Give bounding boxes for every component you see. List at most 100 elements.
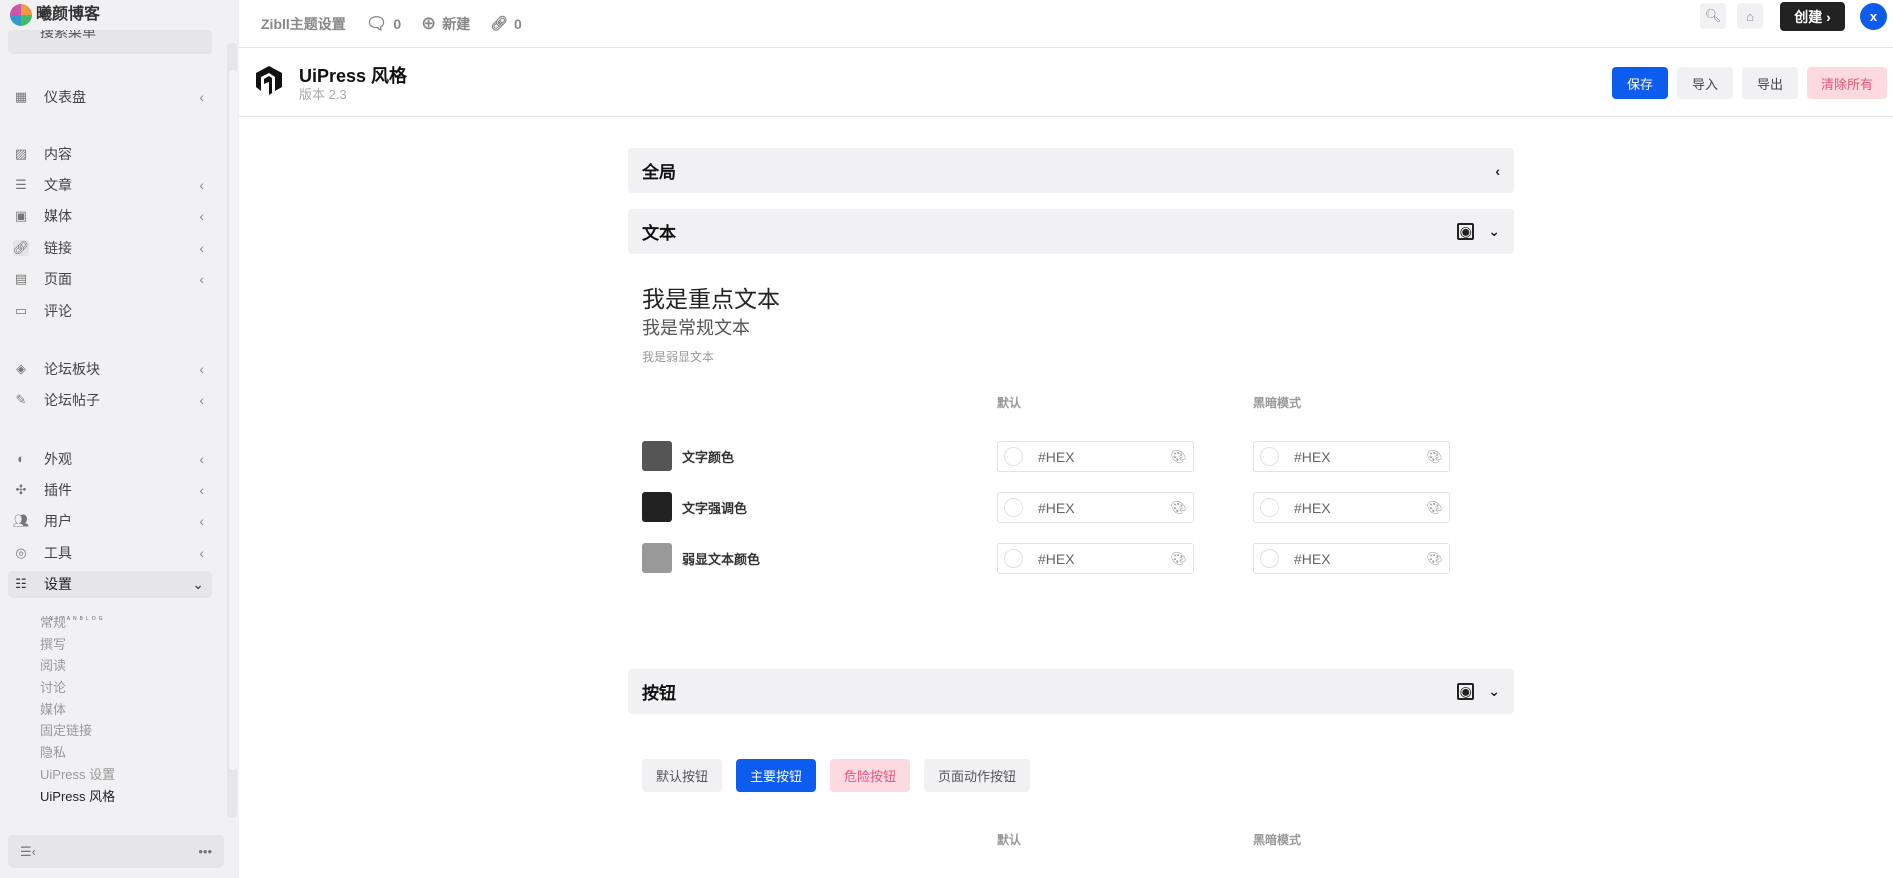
- sidebar-item-label: 论坛板块: [44, 360, 100, 377]
- sidebar-item-forum-posts[interactable]: ✎ 论坛帖子 ‹: [8, 384, 212, 415]
- sidebar-item-search[interactable]: 搜索菜单: [8, 30, 212, 54]
- color-preview-circle[interactable]: [1004, 549, 1023, 568]
- sidebar-item-plugins[interactable]: ✣ 插件 ‹: [8, 474, 212, 505]
- default-color-input[interactable]: #HEX 🎨︎: [997, 492, 1194, 523]
- sidebar-item-users[interactable]: 👥︎ 用户 ‹: [8, 506, 212, 537]
- preview-icon[interactable]: ◉: [1457, 223, 1475, 240]
- section-title: 文本: [642, 224, 676, 243]
- links-link[interactable]: 🔗︎ 0: [490, 15, 522, 32]
- color-preview-circle[interactable]: [1004, 498, 1023, 517]
- links-count: 0: [514, 15, 522, 32]
- plus-circle-icon: ⊕: [421, 13, 437, 33]
- images-icon: ▨: [14, 145, 28, 161]
- chevron-down-icon[interactable]: ⌄: [1488, 683, 1500, 700]
- collapse-menu-icon[interactable]: ☰‹: [20, 844, 36, 860]
- avatar[interactable]: x: [1860, 3, 1887, 30]
- dark-color-input[interactable]: #HEX 🎨︎: [1253, 543, 1450, 574]
- comment-icon: ▭: [14, 302, 28, 318]
- clear-all-button[interactable]: 清除所有: [1807, 67, 1887, 99]
- sidebar-item-links[interactable]: 🔗︎ 链接 ‹: [8, 232, 212, 263]
- site-logo[interactable]: 曦颜博客 XIYANBLOG: [10, 4, 103, 622]
- sidebar-item-appearance[interactable]: ◐ 外观 ‹: [8, 443, 212, 474]
- color-preview-circle[interactable]: [1260, 549, 1279, 568]
- search-button[interactable]: 🔍︎: [1700, 3, 1726, 29]
- theme-settings-link[interactable]: Zibll主题设置: [261, 14, 346, 34]
- palette-icon[interactable]: 🎨︎: [1426, 500, 1443, 516]
- palette-icon: ◐: [17, 451, 25, 467]
- section-global[interactable]: 全局 ‹: [628, 148, 1514, 193]
- sidebar-item-label: 外观: [44, 450, 72, 467]
- home-button[interactable]: ⌂: [1737, 3, 1763, 29]
- dark-color-input[interactable]: #HEX 🎨︎: [1253, 492, 1450, 523]
- import-button[interactable]: 导入: [1677, 67, 1733, 99]
- danger-button-sample[interactable]: 危险按钮: [830, 759, 911, 792]
- color-label: 文字颜色: [682, 449, 735, 465]
- section-text[interactable]: 文本 ◉ ⌄: [628, 209, 1514, 254]
- color-row: 弱显文本颜色: [642, 543, 760, 573]
- sidebar-scrollbar[interactable]: [227, 43, 237, 818]
- column-header-default: 默认: [997, 833, 1022, 847]
- save-button[interactable]: 保存: [1612, 67, 1668, 99]
- sidebar-item-pages[interactable]: ▤ 页面 ‹: [8, 264, 212, 295]
- more-options-button[interactable]: •••: [198, 844, 212, 859]
- new-link[interactable]: ⊕ 新建: [421, 13, 470, 34]
- color-label: 文字强调色: [682, 500, 748, 516]
- chevron-down-icon[interactable]: ⌄: [1488, 223, 1500, 240]
- sidebar-item-forum-boards[interactable]: ◈ 论坛板块 ‹: [8, 353, 212, 384]
- hex-placeholder: #HEX: [1294, 448, 1331, 465]
- page-action-button-sample[interactable]: 页面动作按钮: [924, 759, 1031, 792]
- sidebar-item-settings[interactable]: ☷ 设置 ⌄: [8, 570, 212, 598]
- default-color-input[interactable]: #HEX 🎨︎: [997, 441, 1194, 472]
- submenu-item-active[interactable]: UiPress 风格: [40, 786, 115, 808]
- sidebar-item-label: 工具: [44, 544, 72, 561]
- dark-color-input[interactable]: #HEX 🎨︎: [1253, 441, 1450, 472]
- color-preview-circle[interactable]: [1260, 498, 1279, 517]
- palette-icon[interactable]: 🎨︎: [1170, 551, 1187, 567]
- color-label: 弱显文本颜色: [682, 551, 761, 567]
- submenu-item[interactable]: 阅读: [40, 655, 115, 677]
- color-preview-circle[interactable]: [1260, 447, 1279, 466]
- submenu-item[interactable]: 常规: [40, 612, 115, 634]
- sidebar-item-label: 插件: [44, 482, 72, 499]
- submenu-item[interactable]: 固定链接: [40, 720, 115, 742]
- create-button[interactable]: 创建 ›: [1780, 2, 1845, 31]
- submenu-item[interactable]: 隐私: [40, 742, 115, 764]
- primary-button-sample[interactable]: 主要按钮: [736, 759, 817, 792]
- sidebar-item-posts[interactable]: ☰ 文章 ‹: [8, 169, 212, 200]
- sidebar-item-comments[interactable]: ▭ 评论: [8, 295, 212, 326]
- scrollbar-thumb[interactable]: [229, 70, 237, 770]
- chevron-left-icon[interactable]: ‹: [1495, 163, 1500, 179]
- logo-text: 曦颜博客: [36, 6, 101, 23]
- comments-count: 0: [393, 15, 402, 32]
- chevron-left-icon: ‹: [199, 482, 204, 499]
- sidebar-item-label: 媒体: [44, 208, 72, 225]
- sidebar-item-label: 设置: [44, 576, 72, 593]
- sidebar-item-tools[interactable]: ◎ 工具 ‹: [8, 537, 212, 568]
- palette-icon[interactable]: 🎨︎: [1426, 449, 1443, 465]
- sidebar-item-label: 仪表盘: [44, 88, 86, 105]
- default-button-sample[interactable]: 默认按钮: [642, 759, 723, 792]
- link-icon: 🔗︎: [490, 15, 509, 31]
- export-button[interactable]: 导出: [1742, 67, 1798, 99]
- palette-icon[interactable]: 🎨︎: [1426, 551, 1443, 567]
- create-label: 创建: [1794, 8, 1823, 25]
- palette-icon[interactable]: 🎨︎: [1170, 500, 1187, 516]
- preview-icon[interactable]: ◉: [1457, 683, 1475, 700]
- palette-icon[interactable]: 🎨︎: [1170, 449, 1187, 465]
- chevron-left-icon: ‹: [199, 544, 204, 561]
- default-color-input[interactable]: #HEX 🎨︎: [997, 543, 1194, 574]
- hex-placeholder: #HEX: [1038, 499, 1075, 516]
- sidebar-item-dashboard[interactable]: ▦ 仪表盘 ‹: [8, 81, 212, 112]
- submenu-item[interactable]: 撰写: [40, 634, 115, 656]
- sidebar-item-media[interactable]: ▣ 媒体 ‹: [8, 201, 212, 232]
- submenu-item[interactable]: 讨论: [40, 677, 115, 699]
- submenu-item[interactable]: UiPress 设置: [40, 764, 115, 786]
- chevron-left-icon: ‹: [199, 208, 204, 225]
- color-preview-circle[interactable]: [1004, 447, 1023, 466]
- section-buttons[interactable]: 按钮 ◉ ⌄: [628, 669, 1514, 714]
- comments-link[interactable]: 🗨︎ 0: [366, 14, 401, 34]
- chevron-left-icon: ‹: [199, 450, 204, 467]
- submenu-item[interactable]: 媒体: [40, 699, 115, 721]
- sidebar-item-content[interactable]: ▨ 内容: [8, 138, 212, 169]
- sidebar-item-label: 搜索菜单: [40, 30, 96, 40]
